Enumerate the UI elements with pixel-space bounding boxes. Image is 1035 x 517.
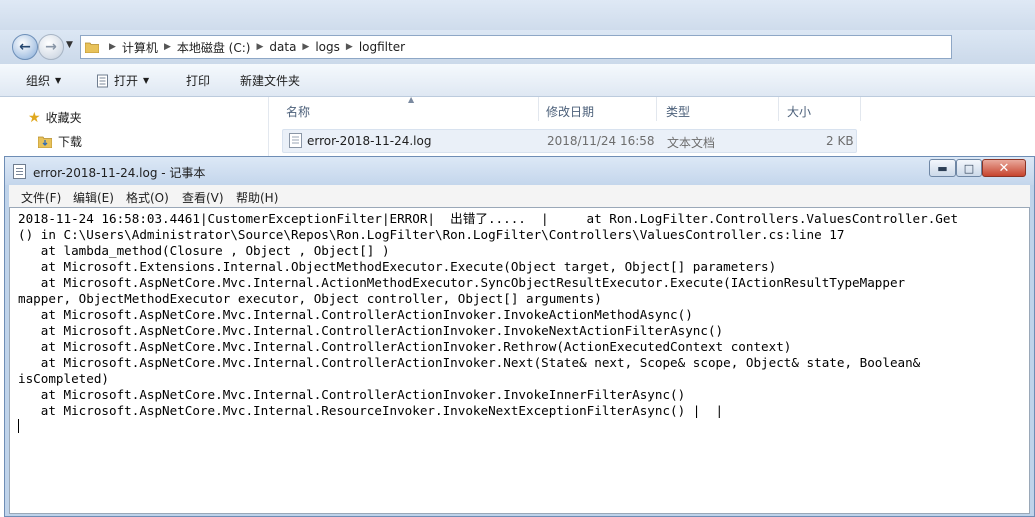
log-line: at Microsoft.Extensions.Internal.ObjectM…: [18, 259, 777, 274]
print-label: 打印: [186, 74, 211, 88]
breadcrumb-separator-icon[interactable]: ▶: [346, 42, 353, 52]
arrow-left-icon: ←: [19, 39, 31, 55]
column-separator[interactable]: [538, 97, 539, 121]
organize-label: 组织: [26, 74, 51, 88]
explorer-toolbar: 组织 ▼ 打开 ▼ 打印 新建文件夹: [0, 64, 1035, 97]
notepad-title-bar[interactable]: error-2018-11-24.log - 记事本 ▬ □ ✕: [5, 157, 1034, 185]
file-name: error-2018-11-24.log: [307, 134, 432, 148]
close-button[interactable]: ✕: [982, 159, 1026, 177]
open-button[interactable]: 打开 ▼: [96, 72, 149, 89]
nav-item-downloads[interactable]: 下载: [38, 133, 82, 150]
navigation-pane: ★ 收藏夹 下载: [0, 97, 268, 160]
minimize-button[interactable]: ▬: [929, 159, 956, 177]
log-line: at Microsoft.AspNetCore.Mvc.Internal.Con…: [18, 387, 686, 402]
maximize-button[interactable]: □: [956, 159, 982, 177]
window-title: error-2018-11-24.log - 记事本: [33, 166, 206, 180]
new-folder-label: 新建文件夹: [240, 74, 301, 88]
maximize-icon: □: [963, 161, 975, 175]
sort-ascending-icon: ▲: [408, 95, 415, 104]
file-list: ▲ 名称 修改日期 类型 大小 error-2018-11-24.log 201…: [270, 95, 1035, 160]
column-separator[interactable]: [778, 97, 779, 121]
explorer-title-strip: [0, 0, 1035, 30]
log-line: isCompleted): [18, 371, 109, 386]
notepad-icon: [97, 74, 108, 87]
log-line: at Microsoft.AspNetCore.Mvc.Internal.Con…: [18, 355, 921, 370]
menu-view[interactable]: 查看(V): [182, 189, 224, 206]
column-separator[interactable]: [656, 97, 657, 121]
notepad-window: error-2018-11-24.log - 记事本 ▬ □ ✕ 文件(F) 编…: [4, 156, 1035, 517]
log-line: at lambda_method(Closure , Object , Obje…: [18, 243, 390, 258]
file-row[interactable]: error-2018-11-24.log 2018/11/24 16:58 文本…: [282, 129, 857, 153]
back-button[interactable]: ←: [12, 34, 38, 60]
breadcrumb-separator-icon[interactable]: ▶: [164, 42, 171, 52]
chevron-down-icon[interactable]: ▼: [66, 40, 73, 50]
pane-divider[interactable]: [268, 97, 269, 160]
log-line: 2018-11-24 16:58:03.4461|CustomerExcepti…: [18, 211, 959, 226]
chevron-down-icon: ▼: [55, 76, 62, 85]
downloads-label: 下载: [58, 135, 83, 149]
log-line: at Microsoft.AspNetCore.Mvc.Internal.Con…: [18, 323, 724, 338]
notepad-icon: [13, 164, 26, 179]
star-icon: ★: [28, 109, 41, 126]
file-modified: 2018/11/24 16:58: [547, 134, 655, 148]
downloads-folder-icon: [38, 136, 52, 148]
breadcrumb-computer[interactable]: 计算机: [122, 39, 158, 56]
close-icon: ✕: [998, 160, 1010, 176]
column-header-type[interactable]: 类型: [666, 103, 690, 120]
menu-help[interactable]: 帮助(H): [236, 189, 278, 206]
log-line: at Microsoft.AspNetCore.Mvc.Internal.Con…: [18, 307, 693, 322]
column-header-size[interactable]: 大小: [787, 103, 811, 120]
nav-item-favorites[interactable]: ★ 收藏夹: [28, 109, 82, 126]
log-line: at Microsoft.AspNetCore.Mvc.Internal.Con…: [18, 339, 792, 354]
organize-button[interactable]: 组织 ▼: [26, 72, 61, 89]
menu-bar: 文件(F) 编辑(E) 格式(O) 查看(V) 帮助(H): [9, 185, 1030, 207]
log-content: 2018-11-24 16:58:03.4461|CustomerExcepti…: [10, 208, 1029, 435]
menu-edit[interactable]: 编辑(E): [73, 189, 114, 206]
navigation-bar: ← → ▼ ▶ 计算机 ▶ 本地磁盘 (C:) ▶ data ▶ logs ▶ …: [0, 30, 1035, 64]
log-line: mapper, ObjectMethodExecutor executor, O…: [18, 291, 602, 306]
menu-format[interactable]: 格式(O): [126, 189, 169, 206]
column-header-name[interactable]: 名称: [286, 103, 310, 120]
log-line: at Microsoft.AspNetCore.Mvc.Internal.Act…: [18, 275, 906, 290]
breadcrumb-separator-icon[interactable]: ▶: [109, 42, 116, 52]
column-separator[interactable]: [860, 97, 861, 121]
log-line: () in C:\Users\Administrator\Source\Repo…: [18, 227, 845, 242]
file-type: 文本文档: [667, 136, 716, 150]
forward-button[interactable]: →: [38, 34, 64, 60]
chevron-down-icon: ▼: [143, 76, 150, 85]
column-header-modified[interactable]: 修改日期: [546, 103, 594, 120]
breadcrumb-separator-icon[interactable]: ▶: [302, 42, 309, 52]
new-folder-button[interactable]: 新建文件夹: [240, 72, 300, 89]
open-label: 打开: [114, 74, 139, 88]
breadcrumb-logfilter[interactable]: logfilter: [359, 40, 405, 54]
breadcrumb-logs[interactable]: logs: [315, 40, 340, 54]
address-bar[interactable]: ▶ 计算机 ▶ 本地磁盘 (C:) ▶ data ▶ logs ▶ logfil…: [80, 35, 952, 59]
arrow-right-icon: →: [45, 39, 57, 55]
text-editor-area[interactable]: 2018-11-24 16:58:03.4461|CustomerExcepti…: [9, 207, 1030, 514]
breadcrumb-local-disk[interactable]: 本地磁盘 (C:): [177, 39, 251, 56]
text-cursor: [18, 419, 19, 433]
log-line: at Microsoft.AspNetCore.Mvc.Internal.Res…: [18, 403, 724, 418]
file-size: 2 KB: [826, 134, 854, 148]
favorites-label: 收藏夹: [45, 111, 82, 125]
breadcrumb-data[interactable]: data: [269, 40, 296, 54]
minimize-icon: ▬: [937, 161, 948, 175]
menu-file[interactable]: 文件(F): [21, 189, 61, 206]
folder-icon: [85, 42, 99, 53]
text-file-icon: [289, 133, 302, 148]
breadcrumb-separator-icon[interactable]: ▶: [256, 42, 263, 52]
print-button[interactable]: 打印: [186, 72, 210, 89]
